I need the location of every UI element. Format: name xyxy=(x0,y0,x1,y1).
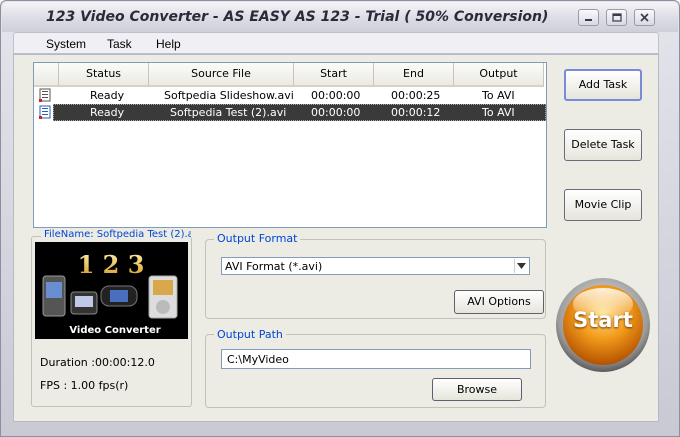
output-format-select[interactable]: AVI Format (*.avi) xyxy=(221,257,530,275)
row-source-file: Softpedia Slideshow.avi xyxy=(164,89,294,102)
dropdown-arrow-icon[interactable] xyxy=(514,259,528,273)
row-status: Ready xyxy=(90,106,125,119)
preview-art: 1 2 3 Video Converter xyxy=(35,242,188,339)
column-header-source-file[interactable]: Source File xyxy=(149,63,294,87)
close-icon xyxy=(640,13,649,22)
video-preview: 1 2 3 Video Converter xyxy=(35,242,188,339)
minimize-icon xyxy=(585,19,592,21)
table-row[interactable]: Ready Softpedia Test (2).avi 00:00:00 00… xyxy=(34,104,546,121)
menu-bar: System Task Help xyxy=(13,32,659,54)
column-header-end[interactable]: End xyxy=(374,63,454,87)
start-button[interactable]: Start xyxy=(554,276,652,374)
avi-options-button[interactable]: AVI Options xyxy=(454,290,544,314)
fps-text: FPS : 1.00 fps(r) xyxy=(40,379,129,392)
duration-text: Duration :00:00:12.0 xyxy=(40,356,155,369)
video-file-icon xyxy=(39,105,51,119)
menu-task[interactable]: Task xyxy=(107,37,132,51)
close-button[interactable] xyxy=(634,9,655,26)
menu-help[interactable]: Help xyxy=(156,37,181,51)
browse-button[interactable]: Browse xyxy=(432,378,522,401)
preview-caption: Video Converter xyxy=(69,325,160,336)
delete-task-button[interactable]: Delete Task xyxy=(564,129,642,161)
column-header-icon[interactable] xyxy=(34,63,59,87)
row-output: To AVI xyxy=(482,106,515,119)
output-format-label: Output Format xyxy=(214,232,301,245)
video-file-icon xyxy=(39,88,51,102)
movie-clip-button[interactable]: Movie Clip xyxy=(564,189,642,221)
window-title: 123 Video Converter - AS EASY AS 123 - T… xyxy=(46,9,549,25)
output-format-value: AVI Format (*.avi) xyxy=(225,260,323,273)
add-task-button[interactable]: Add Task xyxy=(564,69,642,101)
menu-system[interactable]: System xyxy=(46,37,86,51)
row-status: Ready xyxy=(90,89,125,102)
task-list[interactable]: Status Source File Start End Output Read… xyxy=(33,62,547,228)
output-path-value: C:\MyVideo xyxy=(227,353,289,366)
app-window: 123 Video Converter - AS EASY AS 123 - T… xyxy=(0,0,680,437)
maximize-button[interactable] xyxy=(606,9,627,26)
minimize-button[interactable] xyxy=(578,9,599,26)
column-header-start[interactable]: Start xyxy=(294,63,374,87)
column-header-output[interactable]: Output xyxy=(454,63,544,87)
row-start: 00:00:00 xyxy=(311,89,361,102)
filename-label: FileName: Softpedia Test (2).avi xyxy=(41,229,191,240)
output-path-label: Output Path xyxy=(214,328,286,341)
row-source-file: Softpedia Test (2).avi xyxy=(170,106,287,119)
row-output: To AVI xyxy=(482,89,515,102)
column-header-status[interactable]: Status xyxy=(59,63,149,87)
table-row[interactable]: Ready Softpedia Slideshow.avi 00:00:00 0… xyxy=(34,87,546,104)
row-end: 00:00:12 xyxy=(391,106,441,119)
selection-highlight xyxy=(53,104,546,121)
start-label: Start xyxy=(573,308,633,332)
row-start: 00:00:00 xyxy=(311,106,361,119)
row-end: 00:00:25 xyxy=(391,89,441,102)
output-path-input[interactable]: C:\MyVideo xyxy=(221,349,531,369)
title-bar[interactable]: 123 Video Converter - AS EASY AS 123 - T… xyxy=(2,2,678,32)
preview-title: 1 2 3 xyxy=(78,250,145,279)
maximize-icon xyxy=(611,13,622,22)
